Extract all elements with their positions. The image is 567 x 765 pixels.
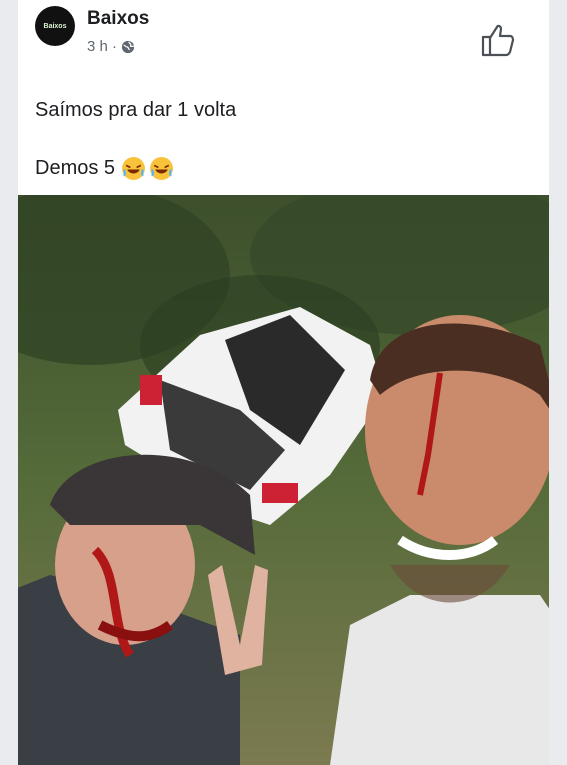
post-text-line2: Demos 5 (35, 156, 174, 181)
post-text-line2-text: Demos 5 (35, 157, 116, 179)
post-meta: 3 h · (87, 38, 135, 55)
rolling-laughing-emoji-icon (122, 157, 145, 180)
post-author[interactable]: Baixos (87, 8, 149, 30)
globe-icon (121, 40, 135, 53)
avatar-logo-text: Baixos (43, 22, 67, 30)
rolling-laughing-emoji-icon (150, 157, 173, 180)
thumbs-up-icon[interactable] (480, 22, 516, 58)
facebook-post: Baixos Baixos 3 h · Saímos pra dar 1 vol… (18, 0, 549, 765)
post-text-line1: Saímos pra dar 1 volta (35, 99, 237, 121)
page-avatar[interactable]: Baixos (35, 6, 75, 46)
post-time[interactable]: 3 h · (87, 38, 117, 55)
photo-illustration (18, 195, 549, 765)
post-photo[interactable] (18, 195, 549, 765)
